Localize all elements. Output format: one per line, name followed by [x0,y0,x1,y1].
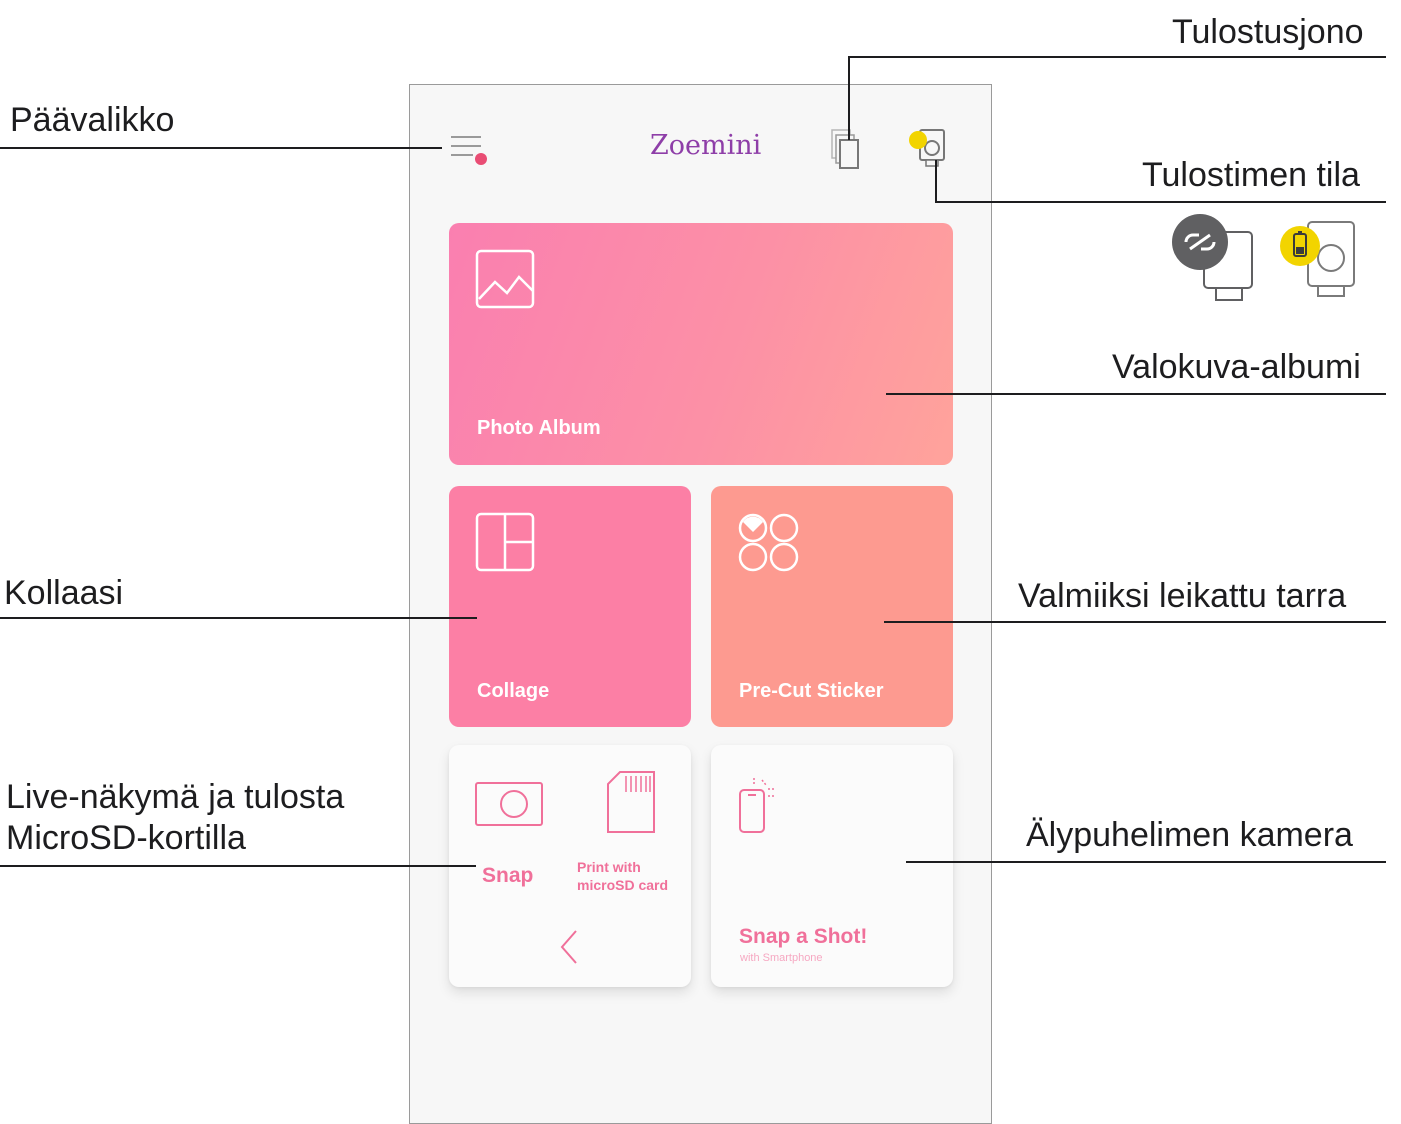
sd-card-icon[interactable] [606,770,658,836]
callout-main-menu: Päävalikko [10,101,175,139]
leader-smartphone-camera [906,861,1386,863]
callout-photo-album: Valokuva-albumi [1112,348,1361,386]
callout-live-view-line1: Live-näkymä ja tulosta [6,778,345,816]
callout-printer-status: Tulostimen tila [1142,156,1360,194]
print-sd-button[interactable]: Print with microSD card [577,858,687,894]
printer-disconnected-icon [1172,214,1253,301]
callout-print-queue: Tulostusjono [1172,13,1364,51]
leader-live-view [0,865,476,867]
print-sd-label-line2: microSD card [577,877,669,893]
sticker-shapes-icon [738,513,799,572]
collage-tile[interactable]: Collage [449,486,691,727]
chevron-left-icon[interactable] [558,928,582,966]
printer-status-icon[interactable] [906,128,952,172]
leader-precut-sticker [884,621,1386,623]
callout-live-view-line2: MicroSD-kortilla [6,819,246,857]
menu-icon[interactable] [449,133,491,167]
snap-button[interactable]: Snap [482,864,533,888]
leader-printer-status-v [935,160,937,203]
leader-main-menu [0,147,442,149]
photo-album-label: Photo Album [477,417,601,439]
leader-collage [0,617,477,619]
precut-sticker-tile[interactable]: Pre-Cut Sticker [711,486,953,727]
snap-a-shot-sublabel: with Smartphone [740,952,823,964]
leader-printer-status-h [935,201,1386,203]
callout-collage: Kollaasi [4,574,124,612]
leader-photo-album [886,393,1386,395]
callout-precut-sticker: Valmiiksi leikattu tarra [1018,577,1347,615]
photo-album-tile[interactable]: Photo Album [449,223,953,465]
collage-grid-icon [475,512,535,572]
leader-print-queue-v [848,56,850,140]
smartphone-icon [739,778,774,833]
image-icon [475,249,535,309]
print-queue-icon[interactable] [830,128,864,172]
print-sd-label-line1: Print with [577,859,641,875]
camera-icon[interactable] [474,779,546,829]
snap-a-shot-label: Snap a Shot! [739,925,868,948]
precut-sticker-label: Pre-Cut Sticker [739,680,884,702]
leader-print-queue-h [848,56,1386,58]
callout-smartphone-camera: Älypuhelimen kamera [1026,816,1353,854]
printer-battery-icon [1280,221,1355,297]
app-logo: Zoemini [650,130,762,161]
collage-label: Collage [477,680,550,702]
